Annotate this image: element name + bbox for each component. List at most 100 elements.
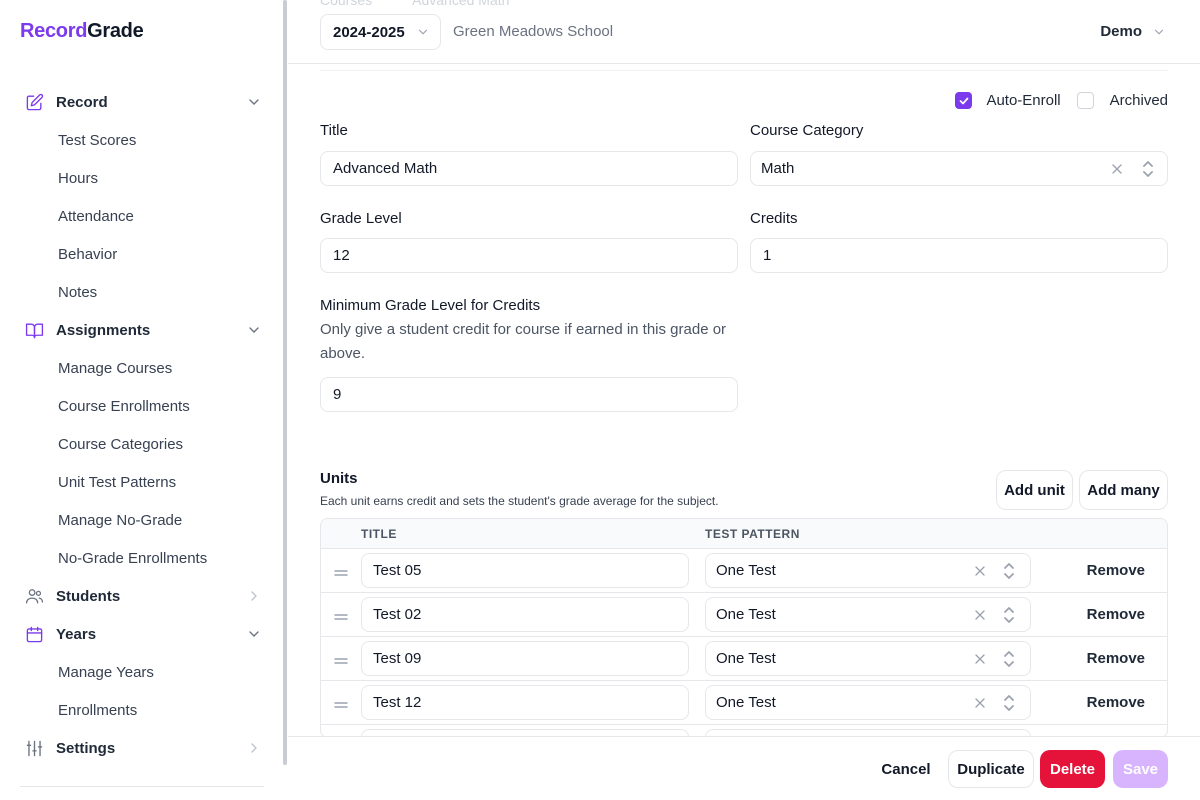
test-pattern-value: One Test [716, 650, 776, 667]
units-table-header: TITLE TEST PATTERN [321, 519, 1167, 549]
remove-unit-button[interactable]: Remove [1087, 606, 1145, 623]
course-flags: Auto-Enroll Archived [955, 92, 1168, 109]
test-pattern-select[interactable]: One Test [705, 597, 1031, 632]
chevron-up-down-icon [1002, 694, 1016, 712]
min-grade-value: 9 [333, 386, 342, 403]
sidebar-item-manage-no-grade[interactable]: Manage No-Grade [0, 501, 284, 539]
sidebar-item-notes[interactable]: Notes [0, 273, 284, 311]
min-grade-help: Only give a student credit for course if… [320, 321, 727, 362]
sidebar-group-label: Assignments [56, 321, 151, 339]
sidebar-item-manage-courses[interactable]: Manage Courses [0, 349, 284, 387]
unit-title-input[interactable]: Test 02 [361, 597, 689, 632]
test-pattern-select[interactable]: One Test [705, 685, 1031, 720]
clear-icon[interactable] [972, 695, 988, 711]
clear-icon[interactable] [972, 563, 988, 579]
chevron-right-icon [246, 588, 262, 604]
sidebar: RecordGrade Record Test Scores Hours Att… [0, 0, 284, 800]
unit-title-value: Test 05 [373, 562, 422, 579]
sidebar-scrollbar[interactable] [283, 0, 287, 765]
course-category-select[interactable]: Math [750, 151, 1168, 186]
save-button[interactable]: Save [1113, 750, 1168, 788]
remove-unit-button[interactable]: Remove [1087, 694, 1145, 711]
breadcrumb: Courses Advanced Math [320, 0, 549, 8]
sidebar-item-enrollments[interactable]: Enrollments [0, 691, 284, 729]
sidebar-nav: Record Test Scores Hours Attendance Beha… [0, 83, 284, 767]
sidebar-item-course-enrollments[interactable]: Course Enrollments [0, 387, 284, 425]
auto-enroll-label: Auto-Enroll [986, 92, 1061, 109]
cancel-button[interactable]: Cancel [868, 750, 944, 788]
test-pattern-select[interactable]: One Test [705, 553, 1031, 588]
credits-label: Credits [750, 210, 798, 227]
sidebar-group-students[interactable]: Students [0, 577, 284, 615]
chevron-up-down-icon [1002, 606, 1016, 624]
table-row: Test 12 One Test Remove [321, 681, 1167, 725]
sidebar-group-years[interactable]: Years [0, 615, 284, 653]
chevron-down-icon [416, 25, 430, 39]
delete-button[interactable]: Delete [1040, 750, 1105, 788]
users-icon [24, 586, 44, 606]
test-pattern-select[interactable]: One Test [705, 641, 1031, 676]
archived-checkbox[interactable] [1076, 92, 1094, 109]
add-unit-button[interactable]: Add unit [996, 470, 1073, 510]
year-select[interactable]: 2024-2025 [320, 14, 441, 50]
sidebar-divider-line [20, 786, 264, 787]
unit-title-input[interactable]: Test 09 [361, 641, 689, 676]
clear-icon[interactable] [972, 607, 988, 623]
duplicate-button[interactable]: Duplicate [948, 750, 1034, 788]
sidebar-item-no-grade-enrollments[interactable]: No-Grade Enrollments [0, 539, 284, 577]
title-input[interactable]: Advanced Math [320, 151, 738, 186]
remove-unit-button[interactable]: Remove [1087, 650, 1145, 667]
sidebar-item-unit-test-patterns[interactable]: Unit Test Patterns [0, 463, 284, 501]
min-grade-input[interactable]: 9 [320, 377, 738, 412]
sidebar-item-course-categories[interactable]: Course Categories [0, 425, 284, 463]
drag-handle-icon[interactable] [334, 697, 348, 708]
unit-title-input[interactable]: Test 05 [361, 553, 689, 588]
units-heading: Units [320, 470, 358, 487]
grade-level-value: 12 [333, 247, 350, 264]
user-name: Demo [1100, 23, 1142, 40]
chevron-down-icon [1152, 25, 1166, 39]
sidebar-item-attendance[interactable]: Attendance [0, 197, 284, 235]
table-row: Test 05 One Test Remove [321, 549, 1167, 593]
chevron-down-icon [246, 322, 262, 338]
sidebar-group-label: Settings [56, 739, 116, 757]
chevron-down-icon [246, 94, 262, 110]
sliders-icon [24, 738, 44, 758]
drag-handle-icon[interactable] [334, 653, 348, 664]
grade-level-input[interactable]: 12 [320, 238, 738, 273]
chevron-up-down-icon [1141, 160, 1155, 178]
app-logo[interactable]: RecordGrade [20, 20, 144, 43]
year-select-value: 2024-2025 [333, 23, 405, 41]
sidebar-item-test-scores[interactable]: Test Scores [0, 121, 284, 159]
sidebar-item-manage-years[interactable]: Manage Years [0, 653, 284, 691]
unit-title-input[interactable]: Test 12 [361, 685, 689, 720]
remove-unit-button[interactable]: Remove [1087, 562, 1145, 579]
test-pattern-value: One Test [716, 562, 776, 579]
drag-handle-icon[interactable] [334, 565, 348, 576]
sidebar-group-settings[interactable]: Settings [0, 729, 284, 767]
breadcrumb-item[interactable]: Courses [320, 0, 372, 8]
sidebar-group-label: Students [56, 587, 121, 605]
title-label: Title [320, 122, 348, 139]
sidebar-item-behavior[interactable]: Behavior [0, 235, 284, 273]
credits-input[interactable]: 1 [750, 238, 1168, 273]
drag-handle-icon[interactable] [334, 609, 348, 620]
school-name: Green Meadows School [453, 23, 614, 40]
chevron-right-icon [246, 740, 262, 756]
sidebar-group-record[interactable]: Record [0, 83, 284, 121]
sidebar-group-label: Years [56, 625, 97, 643]
sidebar-item-hours[interactable]: Hours [0, 159, 284, 197]
title-input-value: Advanced Math [333, 160, 438, 177]
clear-icon[interactable] [972, 651, 988, 667]
user-menu[interactable]: Demo [1100, 23, 1166, 40]
course-category-label: Course Category [750, 122, 864, 139]
sidebar-group-assignments[interactable]: Assignments [0, 311, 284, 349]
form-footer: Cancel Duplicate Delete Save [288, 736, 1200, 800]
archived-label: Archived [1109, 92, 1168, 109]
auto-enroll-checkbox[interactable] [955, 92, 973, 109]
calendar-icon [24, 624, 44, 644]
clear-icon[interactable] [1109, 161, 1125, 177]
add-many-button[interactable]: Add many [1079, 470, 1168, 510]
unit-title-value: Test 09 [373, 650, 422, 667]
column-header-title: TITLE [361, 527, 397, 541]
